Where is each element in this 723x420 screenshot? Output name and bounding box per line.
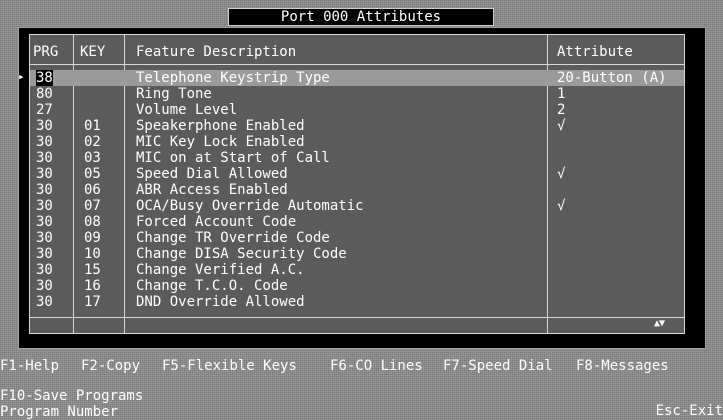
row-attribute: 20-Button (A)	[557, 70, 667, 86]
row-prg: 80	[36, 86, 53, 102]
row-prg: 30	[36, 246, 53, 262]
row-key: 15	[84, 262, 101, 278]
row-key: 02	[84, 134, 101, 150]
table-row[interactable]: 30 01 Speakerphone Enabled √	[30, 118, 684, 134]
footer-divider	[30, 317, 684, 318]
row-key: 16	[84, 278, 101, 294]
table-row[interactable]: 30 07 OCA/Busy Override Automatic √	[30, 198, 684, 214]
row-key: 01	[84, 118, 101, 134]
row-feature: Speakerphone Enabled	[136, 118, 305, 134]
attributes-panel: PRG KEY Feature Description Attribute 38…	[18, 27, 706, 349]
row-attribute: 2	[557, 102, 566, 118]
row-attribute: √	[557, 198, 566, 214]
header-divider	[30, 64, 684, 65]
row-prg: 30	[36, 214, 53, 230]
row-attribute: √	[557, 166, 566, 182]
row-prg: 38	[36, 70, 53, 86]
row-prg: 30	[36, 166, 53, 182]
fkey-f8[interactable]: F8-Messages	[576, 359, 669, 374]
row-prg: 30	[36, 150, 53, 166]
row-feature: Ring Tone	[136, 86, 212, 102]
scroll-arrows-icon[interactable]: ▲▼	[654, 318, 665, 330]
row-prg: 30	[36, 262, 53, 278]
row-prg: 30	[36, 230, 53, 246]
row-feature: OCA/Busy Override Automatic	[136, 198, 364, 214]
row-feature: MIC Key Lock Enabled	[136, 134, 305, 150]
row-key: 08	[84, 214, 101, 230]
status-text: Program Number	[0, 404, 119, 420]
status-line: Program Number	[0, 390, 723, 420]
header-prg: PRG	[33, 44, 59, 60]
row-feature: DND Override Allowed	[136, 294, 305, 310]
row-prg: 30	[36, 118, 53, 134]
fkey-f2[interactable]: F2-Copy	[81, 359, 140, 374]
row-feature: ABR Access Enabled	[136, 182, 288, 198]
row-feature: Forced Account Code	[136, 214, 297, 230]
table-row[interactable]: 30 02 MIC Key Lock Enabled	[30, 134, 684, 150]
row-key: 03	[84, 150, 101, 166]
table-row[interactable]: 30 17 DND Override Allowed	[30, 294, 684, 310]
selection-marker-icon: ▸	[18, 70, 25, 83]
header-key: KEY	[80, 44, 106, 60]
row-key: 06	[84, 182, 101, 198]
header-attribute: Attribute	[557, 44, 633, 60]
table-row[interactable]: 30 05 Speed Dial Allowed √	[30, 166, 684, 182]
table-row[interactable]: 30 09 Change TR Override Code	[30, 230, 684, 246]
row-key: 10	[84, 246, 101, 262]
table-row[interactable]: 30 10 Change DISA Security Code	[30, 246, 684, 262]
row-feature: Change T.C.O. Code	[136, 278, 288, 294]
row-key: 09	[84, 230, 101, 246]
table-row[interactable]: 30 06 ABR Access Enabled	[30, 182, 684, 198]
row-prg: 30	[36, 278, 53, 294]
row-key: 17	[84, 294, 101, 310]
window-title: Port 000 Attributes	[228, 8, 494, 26]
fkey-f5[interactable]: F5-Flexible Keys	[162, 359, 297, 374]
table-row[interactable]: 38 Telephone Keystrip Type 20-Button (A) ▸	[18, 70, 684, 86]
header-feature: Feature Description	[136, 44, 297, 60]
fkey-f7[interactable]: F7-Speed Dial	[443, 359, 553, 374]
row-prg: 27	[36, 102, 53, 118]
row-prg: 30	[36, 198, 53, 214]
table-row[interactable]: 80 Ring Tone 1	[30, 86, 684, 102]
row-prg: 30	[36, 182, 53, 198]
table-row[interactable]: 30 03 MIC on at Start of Call	[30, 150, 684, 166]
row-feature: Change Verified A.C.	[136, 262, 305, 278]
attributes-table: PRG KEY Feature Description Attribute 38…	[18, 34, 685, 334]
table-row[interactable]: 30 15 Change Verified A.C.	[30, 262, 684, 278]
table-row[interactable]: 27 Volume Level 2	[30, 102, 684, 118]
row-attribute: 1	[557, 86, 566, 102]
table-row[interactable]: 30 16 Change T.C.O. Code	[30, 278, 684, 294]
fkey-f1[interactable]: F1-Help	[0, 359, 59, 374]
row-prg: 30	[36, 294, 53, 310]
fkey-f6[interactable]: F6-CO Lines	[330, 359, 423, 374]
table-row[interactable]: 30 08 Forced Account Code	[30, 214, 684, 230]
row-prg: 30	[36, 134, 53, 150]
row-feature: Change TR Override Code	[136, 230, 330, 246]
row-feature: Speed Dial Allowed	[136, 166, 288, 182]
row-attribute: √	[557, 118, 566, 134]
row-feature: Telephone Keystrip Type	[136, 70, 330, 86]
row-key: 05	[84, 166, 101, 182]
row-key: 07	[84, 198, 101, 214]
row-feature: Volume Level	[136, 102, 238, 118]
row-feature: MIC on at Start of Call	[136, 150, 330, 166]
row-feature: Change DISA Security Code	[136, 246, 347, 262]
